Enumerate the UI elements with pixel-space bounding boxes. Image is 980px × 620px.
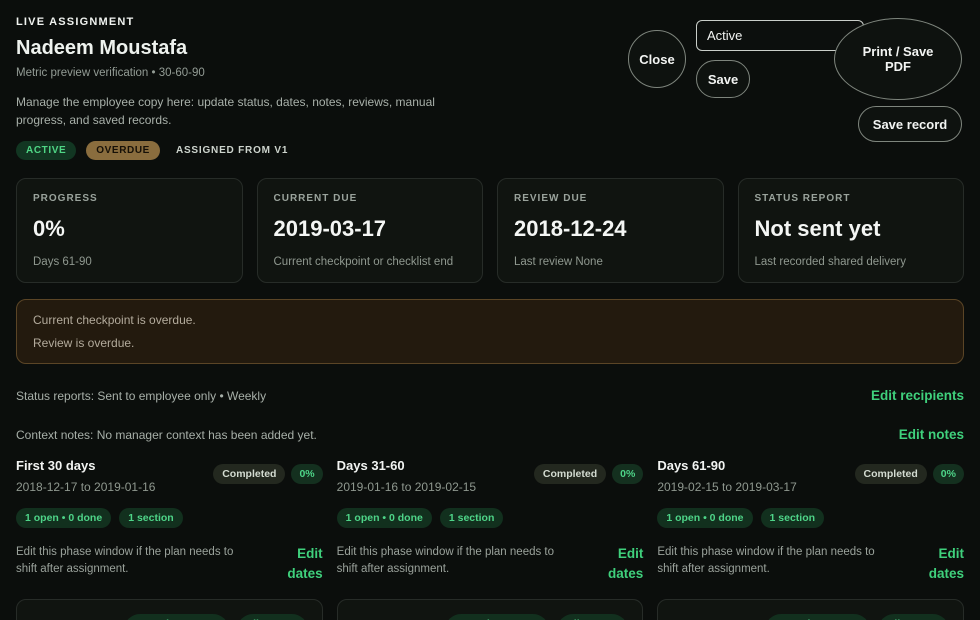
open-done-badge: 1 open • 0 done	[657, 508, 752, 528]
edit-dates-link[interactable]: Edit dates	[277, 544, 323, 583]
stat-card-progress: PROGRESS 0% Days 61-90	[16, 178, 243, 283]
phase-column-first-30: First 30 days 2018-12-17 to 2019-01-16 C…	[16, 458, 323, 583]
phase-note: Edit this phase window if the plan needs…	[657, 544, 887, 583]
edit-notes-link[interactable]: Edit notes	[899, 427, 964, 442]
phase-range: 2019-01-16 to 2019-02-15	[337, 480, 476, 494]
stat-sub: Last review None	[514, 256, 707, 268]
stat-label: STATUS REPORT	[755, 193, 948, 204]
stat-value: 2019-03-17	[274, 216, 467, 242]
expectations-row: Expectations Manual completion All requi…	[16, 599, 964, 620]
context-notes-text: Context notes: No manager context has be…	[16, 428, 317, 442]
open-done-badge: 1 open • 0 done	[16, 508, 111, 528]
stat-sub: Current checkpoint or checklist end	[274, 256, 467, 268]
badge-row: ACTIVE OVERDUE ASSIGNED FROM V1	[16, 141, 488, 160]
alert-line-checkpoint: Current checkpoint is overdue.	[33, 313, 947, 327]
all-required-badge: All required	[557, 614, 628, 620]
overdue-badge: OVERDUE	[86, 141, 160, 160]
percent-badge: 0%	[291, 464, 322, 484]
assignment-page: LIVE ASSIGNMENT Nadeem Moustafa Metric p…	[0, 0, 980, 620]
stat-card-status-report: STATUS REPORT Not sent yet Last recorded…	[738, 178, 965, 283]
live-assignment-eyebrow: LIVE ASSIGNMENT	[16, 16, 488, 28]
expectations-card: Expectations Manual completion All requi…	[16, 599, 323, 620]
phase-column-31-60: Days 31-60 2019-01-16 to 2019-02-15 Comp…	[337, 458, 644, 583]
phase-range: 2019-02-15 to 2019-03-17	[657, 480, 796, 494]
section-badge: 1 section	[440, 508, 504, 528]
stat-sub: Last recorded shared delivery	[755, 256, 948, 268]
stat-label: CURRENT DUE	[274, 193, 467, 204]
edit-dates-link[interactable]: Edit dates	[597, 544, 643, 583]
percent-badge: 0%	[933, 464, 964, 484]
print-save-pdf-button[interactable]: Print / Save PDF	[834, 18, 962, 100]
employee-name: Nadeem Moustafa	[16, 37, 488, 60]
phase-title: Days 31-60	[337, 458, 476, 473]
assignment-subtitle: Metric preview verification • 30-60-90	[16, 67, 488, 79]
header-controls: Close Active ▾ Save Print / Save PDF Sav…	[592, 16, 964, 164]
save-record-button[interactable]: Save record	[858, 106, 962, 142]
stat-value: Not sent yet	[755, 216, 948, 242]
assignment-description: Manage the employee copy here: update st…	[16, 93, 488, 129]
stat-value: 2018-12-24	[514, 216, 707, 242]
expectations-card: Expectations Manual completion All requi…	[657, 599, 964, 620]
expectations-card: Expectations Manual completion All requi…	[337, 599, 644, 620]
completed-badge: Completed	[534, 464, 606, 484]
header: LIVE ASSIGNMENT Nadeem Moustafa Metric p…	[16, 16, 964, 164]
phase-range: 2018-12-17 to 2019-01-16	[16, 480, 155, 494]
edit-recipients-link[interactable]: Edit recipients	[871, 388, 964, 403]
context-notes-row: Context notes: No manager context has be…	[16, 427, 964, 442]
stat-label: PROGRESS	[33, 193, 226, 204]
all-required-badge: All required	[237, 614, 308, 620]
stat-label: REVIEW DUE	[514, 193, 707, 204]
alert-line-review: Review is overdue.	[33, 336, 947, 350]
open-done-badge: 1 open • 0 done	[337, 508, 432, 528]
phase-note: Edit this phase window if the plan needs…	[16, 544, 246, 583]
status-reports-text: Status reports: Sent to employee only • …	[16, 389, 266, 403]
manual-completion-badge: Manual completion	[765, 614, 870, 620]
phase-columns: First 30 days 2018-12-17 to 2019-01-16 C…	[16, 458, 964, 583]
save-button[interactable]: Save	[696, 60, 750, 98]
section-badge: 1 section	[119, 508, 183, 528]
edit-dates-link[interactable]: Edit dates	[918, 544, 964, 583]
percent-badge: 0%	[612, 464, 643, 484]
completed-badge: Completed	[855, 464, 927, 484]
stat-card-current-due: CURRENT DUE 2019-03-17 Current checkpoin…	[257, 178, 484, 283]
stat-value: 0%	[33, 216, 226, 242]
section-badge: 1 section	[761, 508, 825, 528]
assigned-from-v1-badge: ASSIGNED FROM V1	[176, 145, 288, 156]
manual-completion-badge: Manual completion	[124, 614, 229, 620]
phase-column-61-90: Days 61-90 2019-02-15 to 2019-03-17 Comp…	[657, 458, 964, 583]
phase-note: Edit this phase window if the plan needs…	[337, 544, 567, 583]
manual-completion-badge: Manual completion	[445, 614, 550, 620]
stat-sub: Days 61-90	[33, 256, 226, 268]
stat-card-review-due: REVIEW DUE 2018-12-24 Last review None	[497, 178, 724, 283]
active-badge: ACTIVE	[16, 141, 76, 160]
header-left: LIVE ASSIGNMENT Nadeem Moustafa Metric p…	[16, 16, 488, 164]
completed-badge: Completed	[213, 464, 285, 484]
phase-title: First 30 days	[16, 458, 155, 473]
stat-cards-row: PROGRESS 0% Days 61-90 CURRENT DUE 2019-…	[16, 178, 964, 283]
status-reports-row: Status reports: Sent to employee only • …	[16, 388, 964, 403]
phase-title: Days 61-90	[657, 458, 796, 473]
all-required-badge: All required	[878, 614, 949, 620]
overdue-alert: Current checkpoint is overdue. Review is…	[16, 299, 964, 364]
close-button[interactable]: Close	[628, 30, 686, 88]
